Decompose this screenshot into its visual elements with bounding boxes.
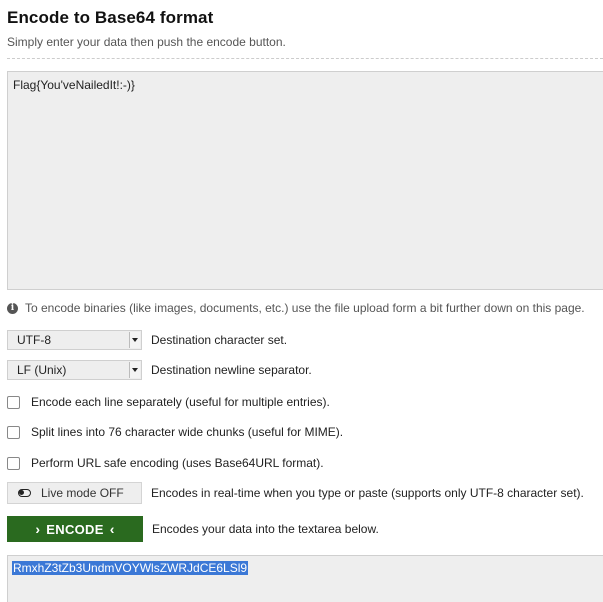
chevron-left-icon: ‹ — [109, 521, 115, 537]
split-lines-row: Split lines into 76 character wide chunk… — [7, 425, 343, 439]
live-mode-row: Live mode OFF Encodes in real-time when … — [7, 482, 584, 504]
live-mode-button[interactable]: Live mode OFF — [7, 482, 142, 504]
encode-button[interactable]: › ENCODE ‹ — [7, 516, 143, 542]
info-line: i To encode binaries (like images, docum… — [7, 301, 585, 315]
live-mode-description: Encodes in real-time when you type or pa… — [151, 486, 584, 500]
info-text: To encode binaries (like images, documen… — [25, 301, 585, 315]
chevron-right-icon: › — [35, 521, 41, 537]
url-safe-row: Perform URL safe encoding (uses Base64UR… — [7, 456, 324, 470]
input-textarea[interactable]: Flag{You'veNailedIt!:-)} — [7, 71, 603, 290]
output-textarea[interactable]: RmxhZ3tZb3UndmVOYWlsZWRJdCE6LSl9 — [7, 555, 603, 602]
output-text: RmxhZ3tZb3UndmVOYWlsZWRJdCE6LSl9 — [12, 561, 249, 575]
split-lines-label[interactable]: Split lines into 76 character wide chunk… — [31, 425, 343, 439]
newline-select[interactable]: LF (Unix) — [7, 360, 142, 380]
url-safe-checkbox[interactable] — [7, 456, 20, 470]
encode-each-line-checkbox[interactable] — [7, 395, 20, 409]
split-lines-checkbox[interactable] — [7, 425, 20, 439]
info-icon: i — [7, 302, 18, 314]
encode-button-label: ENCODE — [46, 521, 104, 537]
newline-selected: LF (Unix) — [17, 363, 67, 377]
page-title: Encode to Base64 format — [7, 8, 214, 27]
page: Encode to Base64 format Simply enter you… — [0, 0, 603, 602]
charset-select[interactable]: UTF-8 — [7, 330, 142, 350]
input-text: Flag{You'veNailedIt!:-)} — [13, 78, 135, 92]
encode-each-line-row: Encode each line separately (useful for … — [7, 395, 330, 409]
live-mode-label: Live mode OFF — [41, 486, 124, 500]
toggle-off-icon — [18, 489, 31, 497]
page-subtitle: Simply enter your data then push the enc… — [7, 35, 286, 49]
encode-each-line-label[interactable]: Encode each line separately (useful for … — [31, 395, 330, 409]
divider — [7, 58, 603, 59]
encode-row: › ENCODE ‹ Encodes your data into the te… — [7, 516, 379, 542]
encode-description: Encodes your data into the textarea belo… — [152, 522, 379, 536]
newline-row: LF (Unix) Destination newline separator. — [7, 360, 312, 380]
charset-selected: UTF-8 — [17, 333, 51, 347]
newline-label: Destination newline separator. — [151, 363, 312, 377]
url-safe-label[interactable]: Perform URL safe encoding (uses Base64UR… — [31, 456, 324, 470]
charset-label: Destination character set. — [151, 333, 288, 347]
chevron-down-icon — [129, 362, 140, 378]
chevron-down-icon — [129, 332, 140, 348]
charset-row: UTF-8 Destination character set. — [7, 330, 287, 350]
